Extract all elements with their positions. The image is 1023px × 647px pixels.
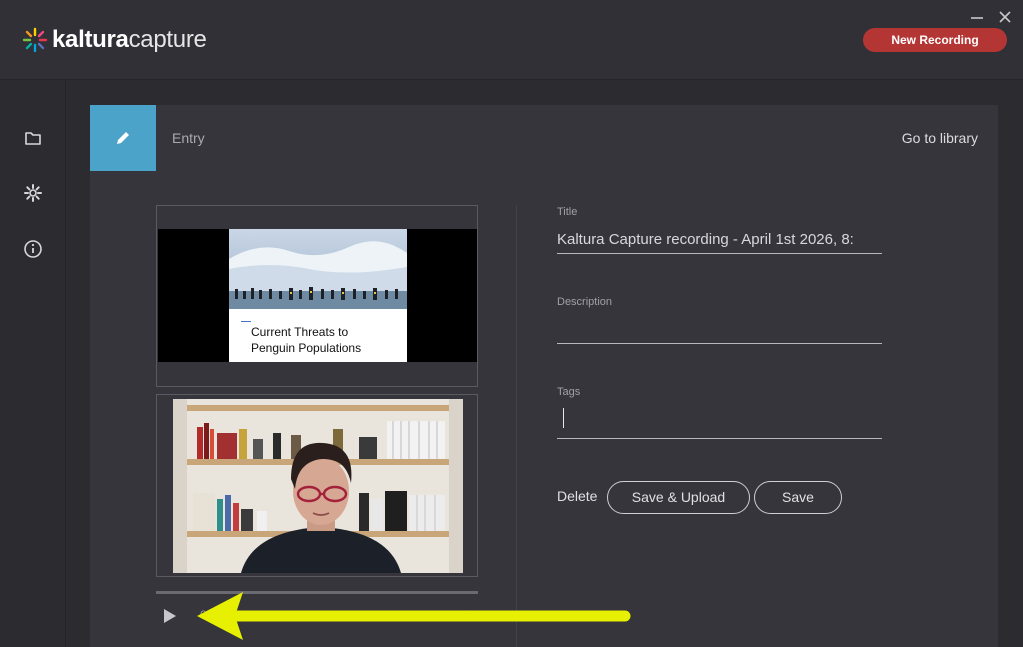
delete-button[interactable]: Delete	[557, 488, 597, 504]
description-label: Description	[557, 296, 613, 308]
logo-text-light: capture	[128, 26, 207, 53]
save-and-upload-button[interactable]: Save & Upload	[607, 481, 750, 514]
app-window: kalturacapture New Recording Entry Go to…	[0, 0, 1023, 647]
folder-icon[interactable]	[22, 127, 44, 149]
entry-label: Entry	[172, 130, 205, 146]
entry-panel: Entry Go to library Current Threats to P…	[90, 105, 998, 647]
penguin-photo	[229, 229, 407, 309]
gear-icon[interactable]	[22, 182, 44, 204]
pencil-icon[interactable]	[90, 105, 156, 171]
tags-label: Tags	[557, 386, 581, 398]
slide-title-line1: Current Threats to	[251, 325, 349, 339]
logo-text: kalturacapture	[52, 26, 207, 54]
slide-title-line2: Penguin Populations	[251, 341, 362, 355]
info-icon[interactable]	[22, 238, 44, 260]
column-divider	[516, 205, 517, 647]
new-recording-button[interactable]: New Recording	[863, 28, 1007, 52]
sidebar	[0, 81, 66, 647]
header-bar: kalturacapture New Recording	[0, 0, 1023, 80]
camera-preview[interactable]	[156, 394, 478, 577]
slide-accent-line	[241, 321, 251, 322]
save-button[interactable]: Save	[754, 481, 842, 514]
screen-preview[interactable]: Current Threats to Penguin Populations	[156, 205, 478, 387]
minimize-icon[interactable]	[968, 8, 986, 26]
kaltura-capture-logo: kalturacapture	[22, 26, 207, 54]
slide-letterbox: Current Threats to Penguin Populations	[158, 229, 477, 362]
annotation-arrow-icon	[197, 592, 631, 640]
slide-image: Current Threats to Penguin Populations	[229, 229, 407, 362]
title-input[interactable]	[557, 226, 882, 254]
title-label: Title	[557, 206, 578, 218]
close-icon[interactable]	[996, 8, 1014, 26]
text-caret	[563, 408, 564, 428]
play-icon[interactable]	[162, 607, 178, 625]
slide-title: Current Threats to Penguin Populations	[251, 324, 361, 356]
logo-text-bold: kaltura	[52, 26, 129, 53]
tags-input[interactable]	[557, 411, 882, 439]
entry-header: Entry Go to library	[90, 105, 998, 171]
description-input[interactable]	[557, 316, 882, 344]
webcam-image	[173, 399, 463, 573]
go-to-library-link[interactable]: Go to library	[902, 130, 978, 146]
kaltura-burst-icon	[22, 27, 48, 53]
